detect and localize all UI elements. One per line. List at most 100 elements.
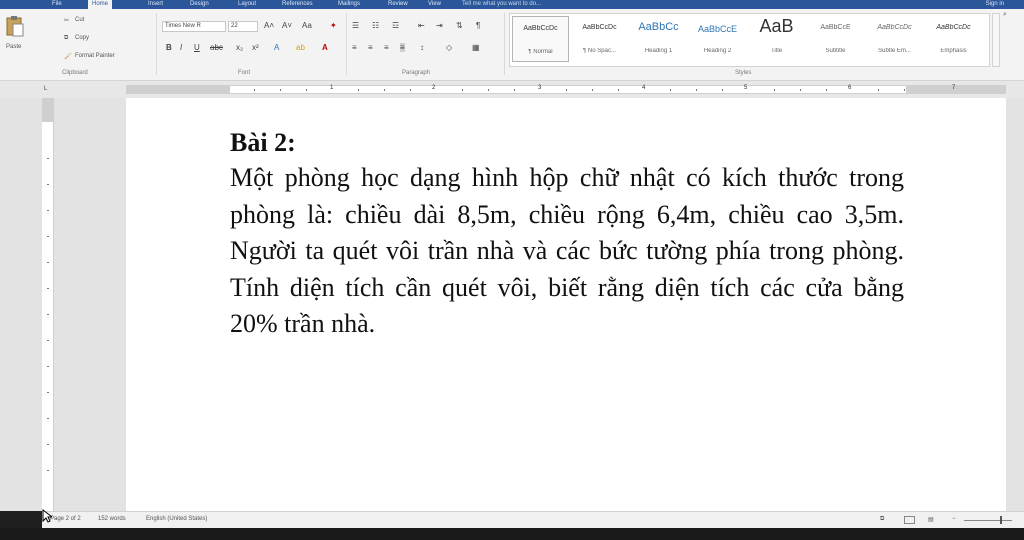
- focus-mode-icon[interactable]: ⧉: [880, 516, 884, 523]
- horizontal-ruler[interactable]: 1 2 3 4 5 6 7: [126, 85, 1006, 94]
- tab-design[interactable]: Design: [190, 0, 209, 9]
- ruler-tick: [514, 89, 515, 91]
- style-emphasis[interactable]: AaBbCcDc Emphasis: [925, 16, 982, 62]
- ruler-tick: [47, 340, 49, 341]
- group-separator: [346, 13, 347, 75]
- tab-home[interactable]: Home: [88, 0, 113, 9]
- increase-indent-icon[interactable]: ⇥: [436, 21, 443, 30]
- tab-review[interactable]: Review: [388, 0, 408, 9]
- multilevel-list-icon[interactable]: ☲: [392, 21, 399, 30]
- ribbon-tab-bar: File Home Insert Design Layout Reference…: [0, 0, 1024, 9]
- ruler-tick: [618, 89, 619, 91]
- style-heading-1[interactable]: AaBbCc Heading 1: [630, 16, 687, 62]
- ruler-area: L 1 2 3 4 5 6 7: [0, 81, 1024, 98]
- underline-icon[interactable]: U: [194, 43, 200, 52]
- ruler-tick: [592, 89, 593, 91]
- ruler-tick: [800, 89, 801, 91]
- subscript-icon[interactable]: x₂: [236, 43, 243, 52]
- strikethrough-icon[interactable]: abc: [210, 43, 223, 52]
- superscript-icon[interactable]: x²: [252, 43, 259, 52]
- shrink-font-icon[interactable]: A˅: [282, 21, 292, 30]
- find-icon[interactable]: ⌕: [1003, 11, 1007, 19]
- right-canvas-edge: [1006, 98, 1024, 511]
- sign-in-link[interactable]: Sign in: [986, 0, 1004, 9]
- shading-icon[interactable]: ◇: [446, 43, 452, 52]
- ruler-tick: [410, 89, 411, 91]
- style-subtle-emphasis[interactable]: AaBbCcDc Subtle Em...: [866, 16, 923, 62]
- numbering-icon[interactable]: ☷: [372, 21, 379, 30]
- zoom-slider[interactable]: [964, 520, 1012, 521]
- style-name: Subtitle: [825, 48, 846, 54]
- decrease-indent-icon[interactable]: ⇤: [418, 21, 425, 30]
- tab-mailings[interactable]: Mailings: [338, 0, 360, 9]
- document-body[interactable]: Bài 2: Một phòng học dạng hình hộp chữ n…: [230, 126, 904, 343]
- ruler-tick: [47, 158, 49, 159]
- style-name: ¶ No Spac...: [583, 48, 616, 54]
- tab-file[interactable]: File: [52, 0, 62, 9]
- clear-formatting-icon[interactable]: ✦: [330, 21, 337, 30]
- style-heading-2[interactable]: AaBbCcE Heading 2: [689, 16, 746, 62]
- cut-icon[interactable]: ✂: [64, 17, 69, 24]
- word-count[interactable]: 152 words: [98, 516, 126, 522]
- font-size-box[interactable]: 22: [228, 21, 258, 32]
- vertical-ruler[interactable]: [42, 98, 54, 511]
- ruler-tick: [670, 89, 671, 91]
- style-name: Emphasis: [940, 48, 967, 54]
- paste-icon[interactable]: [5, 15, 25, 37]
- font-color-icon[interactable]: A: [322, 43, 328, 52]
- zoom-slider-thumb[interactable]: [1000, 516, 1002, 524]
- page-count[interactable]: Page 2 of 2: [50, 516, 81, 522]
- font-name-box[interactable]: Times New R: [162, 21, 226, 32]
- sort-icon[interactable]: ⇅: [456, 21, 463, 30]
- web-layout-icon[interactable]: ▤: [928, 516, 934, 523]
- ruler-tick: [280, 89, 281, 91]
- cut-button[interactable]: Cut: [75, 17, 84, 23]
- align-right-icon[interactable]: ≡: [384, 43, 389, 52]
- justify-icon[interactable]: ≡: [400, 43, 405, 52]
- ruler-tick: [47, 184, 49, 185]
- bold-icon[interactable]: B: [166, 43, 172, 52]
- bullets-icon[interactable]: ☰: [352, 21, 359, 30]
- document-page[interactable]: Bài 2: Một phòng học dạng hình hộp chữ n…: [126, 98, 1006, 511]
- paste-button[interactable]: Paste: [6, 44, 21, 50]
- grow-font-icon[interactable]: A˄: [264, 21, 274, 30]
- tab-view[interactable]: View: [428, 0, 441, 9]
- ruler-left-margin: [126, 86, 230, 93]
- highlight-icon[interactable]: ab: [296, 43, 305, 52]
- ruler-number: 5: [744, 85, 748, 91]
- styles-gallery-scroll[interactable]: [992, 13, 1000, 67]
- ruler-tick: [696, 89, 697, 91]
- style-normal[interactable]: AaBbCcDc ¶ Normal: [512, 16, 569, 62]
- align-center-icon[interactable]: ≡: [368, 43, 373, 52]
- copy-button[interactable]: Copy: [75, 35, 89, 41]
- show-marks-icon[interactable]: ¶: [476, 21, 480, 30]
- style-name: Heading 2: [703, 48, 732, 54]
- style-preview: AaBbCcDc: [582, 24, 617, 31]
- format-painter-button[interactable]: Format Painter: [75, 53, 115, 59]
- tell-me-box[interactable]: Tell me what you want to do...: [462, 0, 541, 9]
- zoom-out-icon[interactable]: −: [952, 516, 956, 522]
- style-no-spacing[interactable]: AaBbCcDc ¶ No Spac...: [571, 16, 628, 62]
- style-preview: AaBbCcE: [820, 24, 851, 31]
- change-case-icon[interactable]: Aa: [302, 21, 312, 30]
- align-left-icon[interactable]: ≡: [352, 43, 357, 52]
- tab-layout[interactable]: Layout: [238, 0, 256, 9]
- format-painter-icon[interactable]: 🖌: [64, 53, 72, 60]
- tab-selector-icon[interactable]: L: [44, 86, 47, 92]
- line-spacing-icon[interactable]: ↕: [420, 43, 424, 52]
- style-name: Title: [770, 48, 783, 54]
- bottom-dark-edge: [0, 528, 1024, 540]
- tab-insert[interactable]: Insert: [148, 0, 163, 9]
- text-effects-icon[interactable]: A: [274, 43, 279, 52]
- ruler-number: 6: [848, 85, 852, 91]
- language-indicator[interactable]: English (United States): [146, 516, 207, 522]
- group-separator: [504, 13, 505, 75]
- document-canvas: Bài 2: Một phòng học dạng hình hộp chữ n…: [0, 98, 1024, 511]
- print-layout-icon[interactable]: [904, 516, 915, 524]
- tab-references[interactable]: References: [282, 0, 313, 9]
- copy-icon[interactable]: ⧉: [64, 35, 68, 42]
- italic-icon[interactable]: I: [180, 43, 182, 52]
- style-subtitle[interactable]: AaBbCcE Subtitle: [807, 16, 864, 62]
- style-title[interactable]: AaB Title: [748, 16, 805, 62]
- borders-icon[interactable]: ▦: [472, 43, 480, 52]
